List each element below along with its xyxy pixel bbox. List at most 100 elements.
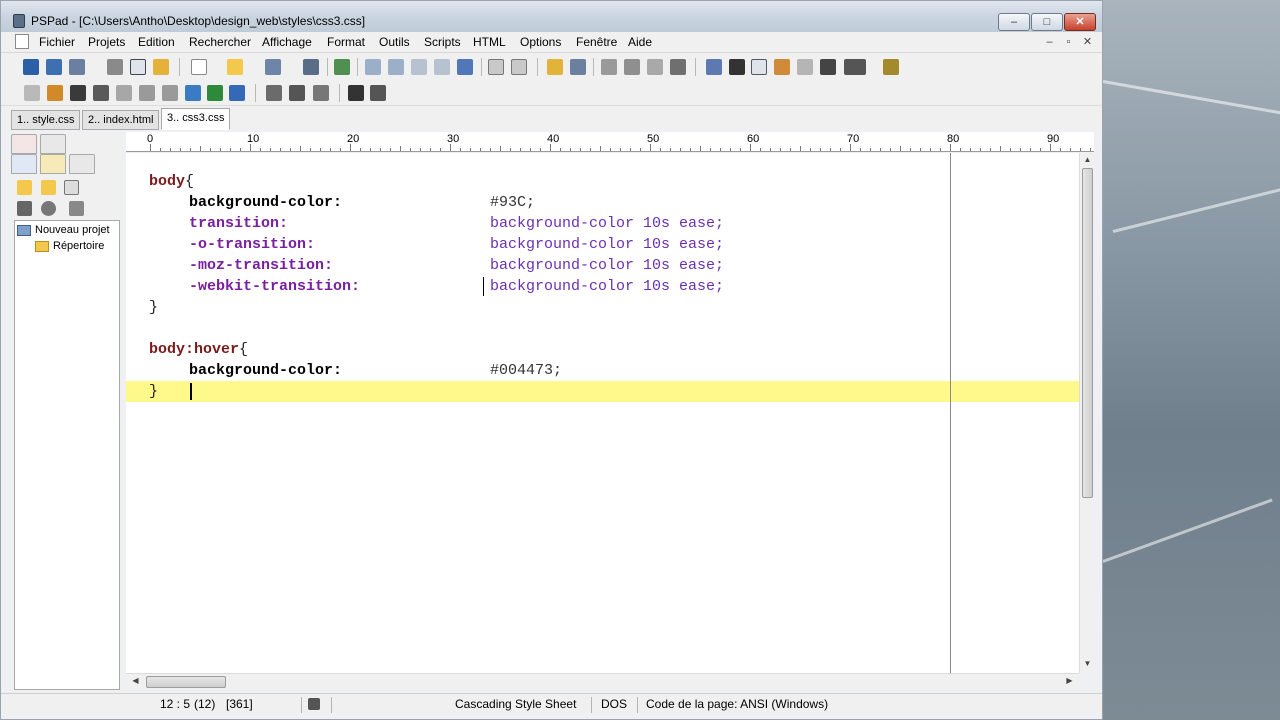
delete-icon[interactable] bbox=[670, 59, 686, 75]
save-all-icon[interactable] bbox=[303, 59, 319, 75]
settings-icon[interactable] bbox=[153, 59, 169, 75]
redo-icon[interactable] bbox=[570, 59, 586, 75]
horizontal-scrollbar[interactable]: ◀ ▶ bbox=[126, 673, 1079, 689]
ruler-tick bbox=[270, 148, 271, 151]
mdi-close-button[interactable]: ✕ bbox=[1079, 35, 1096, 50]
save-project-icon[interactable] bbox=[69, 59, 85, 75]
mdi-restore-button[interactable]: ▫ bbox=[1060, 35, 1077, 50]
scroll-down-icon[interactable]: ▼ bbox=[1080, 659, 1095, 668]
tools-icon[interactable] bbox=[69, 201, 84, 216]
add-folder-icon[interactable] bbox=[41, 180, 56, 195]
log-icon[interactable] bbox=[130, 59, 146, 75]
glasses-icon[interactable] bbox=[370, 85, 386, 101]
favorites-heart-icon[interactable] bbox=[11, 134, 37, 154]
tree-icon[interactable] bbox=[334, 59, 350, 75]
open-project-icon[interactable] bbox=[46, 59, 62, 75]
scroll-left-icon[interactable]: ◀ bbox=[128, 676, 143, 685]
tab-style-css[interactable]: 1.. style.css bbox=[11, 110, 81, 130]
scroll-right-icon[interactable]: ▶ bbox=[1062, 676, 1077, 685]
pilcrow-icon[interactable] bbox=[729, 59, 745, 75]
text-diff-icon[interactable] bbox=[797, 59, 813, 75]
close-button[interactable]: ✕ bbox=[1064, 13, 1096, 31]
table-icon[interactable] bbox=[70, 85, 86, 101]
check-icon[interactable] bbox=[207, 85, 223, 101]
menu-affichage[interactable]: Affichage bbox=[262, 35, 312, 49]
paste-icon[interactable] bbox=[647, 59, 663, 75]
indent-icon[interactable] bbox=[24, 85, 40, 101]
vertical-scrollbar[interactable]: ▲ ▼ bbox=[1079, 153, 1094, 673]
menu-edition[interactable]: Edition bbox=[138, 35, 175, 49]
tree-item-repertoire[interactable]: Répertoire bbox=[35, 240, 104, 252]
line-ending-label[interactable]: DOS bbox=[601, 697, 627, 711]
print-icon[interactable] bbox=[511, 59, 527, 75]
project-tab-icon[interactable] bbox=[11, 154, 37, 174]
add-file-icon[interactable] bbox=[64, 180, 79, 195]
menu-format[interactable]: Format bbox=[327, 35, 365, 49]
ruler-label: 50 bbox=[647, 133, 660, 145]
hex-icon[interactable] bbox=[93, 85, 109, 101]
wrap-icon[interactable] bbox=[706, 59, 722, 75]
find-files-icon[interactable] bbox=[411, 59, 427, 75]
minimize-button[interactable]: – bbox=[998, 13, 1030, 31]
mode-icon[interactable] bbox=[308, 698, 320, 710]
column-mode-icon[interactable] bbox=[751, 59, 767, 75]
google-icon[interactable] bbox=[229, 85, 245, 101]
bracket-icon[interactable] bbox=[434, 59, 450, 75]
open-file-icon[interactable] bbox=[227, 59, 243, 75]
color-picker-icon[interactable] bbox=[47, 85, 63, 101]
code-editor[interactable]: body{background-color: #93C; transition: ba… bbox=[126, 153, 1079, 673]
validate-icon[interactable] bbox=[185, 85, 201, 101]
tag-icon[interactable] bbox=[139, 85, 155, 101]
bookmark-icon[interactable] bbox=[457, 59, 473, 75]
tab-clip-icon[interactable] bbox=[40, 134, 66, 154]
menu-html[interactable]: HTML bbox=[473, 35, 506, 49]
syntax-label[interactable]: Cascading Style Sheet bbox=[455, 697, 576, 711]
menu-rechercher[interactable]: Rechercher bbox=[189, 35, 251, 49]
pin-icon[interactable] bbox=[883, 59, 899, 75]
new-folder-icon[interactable] bbox=[17, 180, 32, 195]
tree-item-project[interactable]: Nouveau projet bbox=[17, 224, 110, 236]
menu-aide[interactable]: Aide bbox=[628, 35, 652, 49]
menu-outils[interactable]: Outils bbox=[379, 35, 410, 49]
menu-projets[interactable]: Projets bbox=[88, 35, 125, 49]
menu-fenetre[interactable]: Fenêtre bbox=[576, 35, 617, 49]
page-icon[interactable] bbox=[289, 85, 305, 101]
new-project-icon[interactable] bbox=[23, 59, 39, 75]
cut-icon[interactable] bbox=[601, 59, 617, 75]
ftp-icon[interactable] bbox=[107, 59, 123, 75]
stop-icon[interactable] bbox=[41, 201, 56, 216]
ruler-tick bbox=[290, 148, 291, 151]
menu-scripts[interactable]: Scripts bbox=[424, 35, 461, 49]
copy-icon[interactable] bbox=[624, 59, 640, 75]
spell-icon[interactable] bbox=[844, 59, 866, 75]
new-file-icon[interactable] bbox=[191, 59, 207, 75]
preview-icon[interactable] bbox=[488, 59, 504, 75]
menu-fichier[interactable]: Fichier bbox=[39, 35, 75, 49]
vertical-scroll-thumb[interactable] bbox=[1082, 168, 1093, 498]
scroll-up-icon[interactable]: ▲ bbox=[1080, 155, 1095, 164]
menu-options[interactable]: Options bbox=[520, 35, 561, 49]
block-icon[interactable] bbox=[266, 85, 282, 101]
search-icon[interactable] bbox=[365, 59, 381, 75]
replace-icon[interactable] bbox=[388, 59, 404, 75]
title-bar[interactable]: PSPad - [C:\Users\Antho\Desktop\design_w… bbox=[1, 1, 1102, 32]
maximize-button[interactable]: □ bbox=[1031, 13, 1063, 31]
mdi-minimize-button[interactable]: – bbox=[1041, 35, 1058, 50]
horizontal-scroll-thumb[interactable] bbox=[146, 676, 226, 688]
window-icon[interactable] bbox=[313, 85, 329, 101]
record-icon[interactable] bbox=[348, 85, 364, 101]
tab-index-html[interactable]: 2.. index.html bbox=[82, 110, 160, 130]
document-icon[interactable] bbox=[15, 34, 29, 49]
html-text-icon[interactable] bbox=[116, 85, 132, 101]
save-file-icon[interactable] bbox=[265, 59, 281, 75]
folder-tab-icon[interactable] bbox=[40, 154, 66, 174]
undo-icon[interactable] bbox=[547, 59, 563, 75]
tab-css3-css[interactable]: 3.. css3.css bbox=[161, 108, 231, 130]
remove-icon[interactable] bbox=[17, 201, 32, 216]
macro-icon[interactable] bbox=[774, 59, 790, 75]
strip-tag-icon[interactable] bbox=[162, 85, 178, 101]
ruler-tick bbox=[1010, 148, 1011, 151]
codepage-label[interactable]: Code de la page: ANSI (Windows) bbox=[646, 697, 828, 711]
lock-icon[interactable] bbox=[820, 59, 836, 75]
ftp-tab-icon[interactable] bbox=[69, 154, 95, 174]
